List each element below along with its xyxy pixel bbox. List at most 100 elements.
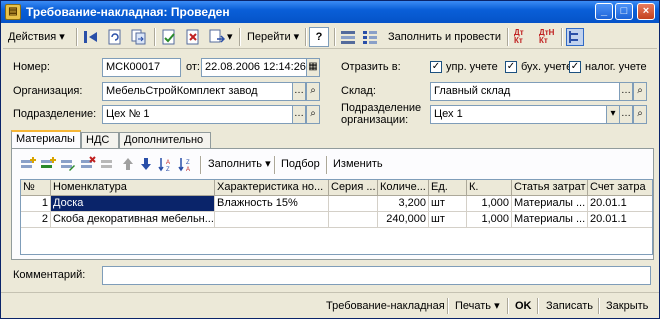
department-open-icon[interactable]: ⌕: [306, 105, 320, 124]
department-field[interactable]: Цех № 1: [102, 105, 293, 124]
document-window: ▤ Требование-накладная: Проведен _ □ × Д…: [0, 0, 660, 319]
table-row-1-coefficient[interactable]: 1,000: [467, 196, 512, 212]
org-department-field[interactable]: Цех 1: [430, 105, 607, 124]
selection-label: Подбор: [281, 158, 320, 170]
table-row-2-nomenclature[interactable]: Скоба декоративная мебельн...: [51, 212, 215, 228]
post-document-icon[interactable]: [160, 28, 178, 46]
table-row-2-coefficient[interactable]: 1,000: [467, 212, 512, 228]
column-header-series[interactable]: Серия ...: [329, 180, 378, 196]
arrow-down-icon[interactable]: [138, 156, 154, 172]
column-header-quantity[interactable]: Количе...: [378, 180, 429, 196]
sort-descending-icon[interactable]: ZA: [178, 156, 194, 173]
ok-label: OK: [515, 300, 532, 312]
number-field[interactable]: МСК00017: [102, 58, 181, 77]
column-header-cost-account[interactable]: Счет затра: [588, 180, 652, 196]
tab-materials[interactable]: Материалы: [11, 130, 81, 149]
tab-vat[interactable]: НДС: [81, 132, 119, 149]
warehouse-field[interactable]: Главный склад: [430, 82, 620, 101]
organization-open-icon[interactable]: ⌕: [306, 82, 320, 101]
sort-ascending-icon[interactable]: AZ: [158, 156, 174, 173]
structure-tree-icon[interactable]: [566, 28, 584, 46]
tax-dt-kt-entries-icon[interactable]: ДтН Кт: [538, 28, 556, 46]
table-row-1-cost-account[interactable]: 20.01.1: [588, 196, 652, 212]
organization-field[interactable]: МебельСтройКомплект завод: [102, 82, 293, 101]
date-label: от:: [186, 61, 200, 73]
minimize-button[interactable]: _: [595, 3, 613, 20]
edit-row-icon[interactable]: [60, 156, 76, 172]
arrow-back-icon[interactable]: [82, 28, 100, 46]
column-header-nomenclature[interactable]: Номенклатура: [51, 180, 215, 196]
arrow-up-icon[interactable]: [120, 156, 136, 172]
structure-icon[interactable]: [339, 28, 357, 46]
table-row-1-nomenclature[interactable]: Доска: [51, 196, 215, 212]
goto-menu-button[interactable]: Перейти ▾: [244, 27, 302, 47]
book-accounting-checkbox[interactable]: ✓: [505, 61, 517, 73]
copy-document-icon[interactable]: [130, 28, 148, 46]
column-header-characteristic[interactable]: Характеристика но...: [215, 180, 329, 196]
warehouse-select-button[interactable]: …: [619, 82, 633, 101]
chevron-down-icon[interactable]: ▾: [606, 105, 620, 124]
maximize-button[interactable]: □: [615, 3, 633, 20]
fill-menu-button[interactable]: Заполнить ▾: [205, 154, 274, 174]
number-label: Номер:: [13, 61, 50, 73]
materials-table[interactable]: № Номенклатура Характеристика но... Сери…: [20, 179, 653, 255]
organization-label: Организация:: [13, 85, 83, 97]
print-menu-button[interactable]: Печать ▾: [452, 297, 503, 317]
ok-button[interactable]: OK: [512, 297, 535, 317]
warehouse-open-icon[interactable]: ⌕: [633, 82, 647, 101]
tab-additional[interactable]: Дополнительно: [119, 132, 211, 149]
close-window-button[interactable]: ×: [637, 3, 655, 20]
selection-button[interactable]: Подбор: [278, 154, 323, 174]
org-department-label-line1: Подразделение: [341, 102, 422, 114]
table-row-2-unit[interactable]: шт: [429, 212, 467, 228]
table-row-2-characteristic[interactable]: [215, 212, 329, 228]
dt-kt-entries-icon[interactable]: Дт Кт: [513, 28, 531, 46]
actions-menu-button[interactable]: Действия ▾: [5, 27, 68, 47]
calendar-icon[interactable]: ▦: [306, 58, 320, 77]
fill-and-post-button[interactable]: Заполнить и провести: [385, 27, 504, 47]
table-row-1-unit[interactable]: шт: [429, 196, 467, 212]
date-field[interactable]: 22.08.2006 12:14:26: [201, 58, 307, 77]
add-row-icon[interactable]: [20, 156, 36, 172]
table-row-1-series[interactable]: [329, 196, 378, 212]
chevron-down-icon: ▾: [494, 300, 500, 312]
create-based-on-dropdown[interactable]: ▾: [227, 27, 233, 47]
invoice-print-button[interactable]: Требование-накладная: [323, 297, 448, 317]
end-edit-icon[interactable]: [100, 156, 116, 172]
delete-row-icon[interactable]: [80, 156, 96, 172]
column-header-unit[interactable]: Ед.: [429, 180, 467, 196]
toolbar-separator: [274, 156, 276, 174]
table-row-2-series[interactable]: [329, 212, 378, 228]
close-button[interactable]: Закрыть: [603, 297, 651, 317]
table-row-2-quantity[interactable]: 240,000: [378, 212, 429, 228]
change-button[interactable]: Изменить: [330, 154, 386, 174]
column-header-cost-item[interactable]: Статья затрат: [512, 180, 588, 196]
table-row-1-quantity[interactable]: 3,200: [378, 196, 429, 212]
table-row-2-cost-account[interactable]: 20.01.1: [588, 212, 652, 228]
tab-vat-label: НДС: [86, 134, 110, 146]
refresh-document-icon[interactable]: [106, 28, 124, 46]
comment-field[interactable]: [102, 266, 651, 285]
org-department-open-icon[interactable]: ⌕: [633, 105, 647, 124]
help-button[interactable]: ?: [309, 27, 329, 47]
toolbar-separator: [334, 28, 336, 46]
mgmt-accounting-checkbox[interactable]: ✓: [430, 61, 442, 73]
create-based-on-icon[interactable]: [208, 28, 226, 46]
table-row-2-cost-item[interactable]: Материалы ...: [512, 212, 588, 228]
tax-accounting-checkbox[interactable]: ✓: [569, 61, 581, 73]
movements-list-icon[interactable]: [361, 28, 379, 46]
table-row-1-characteristic[interactable]: Влажность 15%: [215, 196, 329, 212]
bottom-separator: [507, 298, 509, 314]
column-header-coefficient[interactable]: К.: [467, 180, 512, 196]
copy-row-icon[interactable]: [40, 156, 56, 172]
toolbar-separator: [561, 28, 563, 46]
department-select-button[interactable]: …: [292, 105, 306, 124]
org-department-select-button[interactable]: …: [619, 105, 633, 124]
actions-label: Действия: [8, 31, 57, 43]
svg-text:Z: Z: [166, 167, 170, 172]
column-header-number[interactable]: №: [21, 180, 51, 196]
unpost-document-icon[interactable]: [184, 28, 202, 46]
organization-select-button[interactable]: …: [292, 82, 306, 101]
table-row-1-cost-item[interactable]: Материалы ...: [512, 196, 588, 212]
save-button[interactable]: Записать: [543, 297, 596, 317]
